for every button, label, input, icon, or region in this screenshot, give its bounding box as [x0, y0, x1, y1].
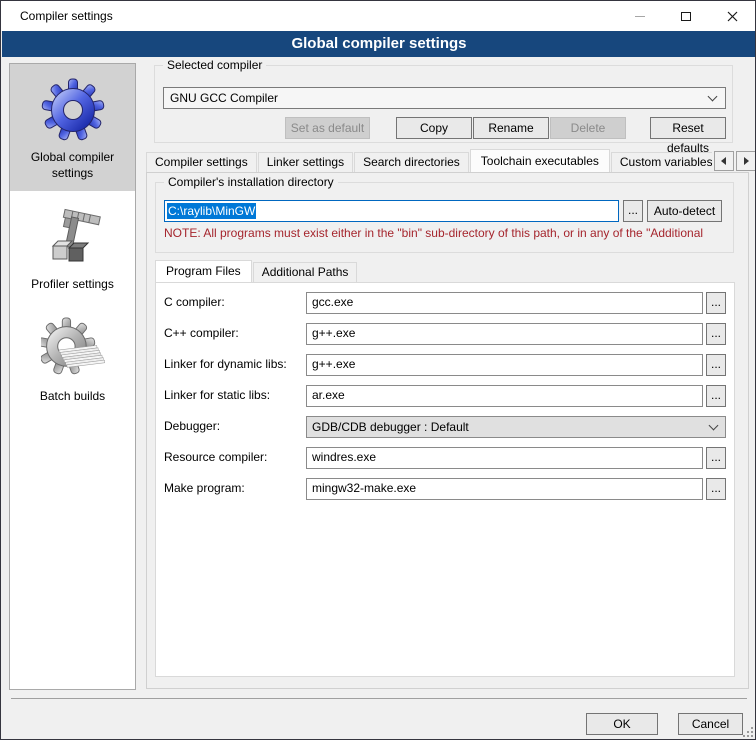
tab-scroll-controls — [712, 151, 756, 171]
browse-directory-button[interactable]: ... — [623, 200, 643, 222]
page-title: Global compiler settings — [2, 31, 756, 57]
field-row-cpp-compiler: C++ compiler: g++.exe ... — [156, 323, 734, 345]
field-row-make-program: Make program: mingw32-make.exe ... — [156, 478, 734, 500]
close-button[interactable] — [709, 1, 755, 31]
tab-scroll-left-button[interactable] — [714, 151, 734, 171]
maximize-icon — [681, 12, 691, 21]
main-panel: Selected compiler GNU GCC Compiler Set a… — [146, 57, 749, 690]
make-program-input[interactable]: mingw32-make.exe — [306, 478, 703, 500]
resize-grip[interactable] — [743, 727, 754, 738]
cancel-button[interactable]: Cancel — [678, 713, 743, 735]
set-as-default-button[interactable]: Set as default — [285, 117, 370, 139]
field-row-dynamic-linker: Linker for dynamic libs: g++.exe ... — [156, 354, 734, 376]
resource-compiler-browse-button[interactable]: ... — [706, 447, 726, 469]
make-program-browse-button[interactable]: ... — [706, 478, 726, 500]
tab-additional-paths[interactable]: Additional Paths — [253, 262, 358, 282]
selected-compiler-group: Selected compiler GNU GCC Compiler Set a… — [154, 65, 733, 143]
field-row-c-compiler: C compiler: gcc.exe ... — [156, 292, 734, 314]
field-row-static-linker: Linker for static libs: ar.exe ... — [156, 385, 734, 407]
toolchain-executables-page: Compiler's installation directory C:\ray… — [146, 172, 749, 689]
compiler-select[interactable]: GNU GCC Compiler — [163, 87, 726, 109]
compiler-select-value: GNU GCC Compiler — [170, 91, 709, 105]
tab-linker-settings[interactable]: Linker settings — [258, 152, 353, 172]
sidebar-item-label: Batch builds — [40, 389, 105, 405]
tab-toolchain-executables[interactable]: Toolchain executables — [470, 149, 610, 172]
tab-search-directories[interactable]: Search directories — [354, 152, 469, 172]
field-row-resource-compiler: Resource compiler: windres.exe ... — [156, 447, 734, 469]
bin-subdirectory-note: NOTE: All programs must exist either in … — [164, 226, 732, 240]
arrow-right-icon — [742, 156, 750, 166]
reset-defaults-button[interactable]: Reset defaults — [650, 117, 726, 139]
settings-tabstrip: Compiler settings Linker settings Search… — [146, 149, 712, 172]
compiler-settings-window: Compiler settings Global compiler settin… — [0, 0, 756, 740]
sidebar-item-batch-builds[interactable]: Batch builds — [10, 303, 135, 415]
static-linker-label: Linker for static libs: — [164, 388, 270, 402]
gear-stack-icon — [41, 317, 105, 381]
program-files-page: C compiler: gcc.exe ... C++ compiler: g+… — [155, 282, 735, 677]
tab-compiler-settings[interactable]: Compiler settings — [146, 152, 257, 172]
debugger-label: Debugger: — [164, 419, 220, 433]
field-row-debugger: Debugger: GDB/CDB debugger : Default — [156, 416, 734, 438]
dynamic-linker-browse-button[interactable]: ... — [706, 354, 726, 376]
cpp-compiler-label: C++ compiler: — [164, 326, 239, 340]
cpp-compiler-input[interactable]: g++.exe — [306, 323, 703, 345]
arrow-left-icon — [720, 156, 728, 166]
copy-button[interactable]: Copy — [396, 117, 472, 139]
minimize-button[interactable] — [617, 1, 663, 31]
blue-gear-icon — [41, 78, 105, 142]
tab-program-files[interactable]: Program Files — [155, 260, 252, 282]
installation-directory-input[interactable]: C:\raylib\MinGW — [164, 200, 619, 222]
rename-button[interactable]: Rename — [473, 117, 549, 139]
delete-button[interactable]: Delete — [550, 117, 626, 139]
dynamic-linker-input[interactable]: g++.exe — [306, 354, 703, 376]
c-compiler-input[interactable]: gcc.exe — [306, 292, 703, 314]
make-program-label: Make program: — [164, 481, 245, 495]
close-icon — [727, 11, 738, 22]
chevron-down-icon — [708, 91, 718, 101]
auto-detect-button[interactable]: Auto-detect — [647, 200, 722, 222]
program-files-tabstrip: Program Files Additional Paths — [155, 260, 358, 282]
tab-custom-variables[interactable]: Custom variables — [611, 152, 712, 172]
c-compiler-browse-button[interactable]: ... — [706, 292, 726, 314]
tab-scroll-right-button[interactable] — [736, 151, 756, 171]
resource-compiler-label: Resource compiler: — [164, 450, 267, 464]
compiler-actions: Set as default Copy Rename Delete Reset … — [163, 117, 726, 139]
dynamic-linker-label: Linker for dynamic libs: — [164, 357, 287, 371]
footer-divider — [11, 698, 747, 699]
caliper-icon — [41, 205, 105, 269]
cpp-compiler-browse-button[interactable]: ... — [706, 323, 726, 345]
installation-directory-group: Compiler's installation directory C:\ray… — [155, 182, 734, 253]
selected-compiler-group-label: Selected compiler — [163, 58, 266, 72]
resource-compiler-input[interactable]: windres.exe — [306, 447, 703, 469]
settings-category-list: Global compiler settings — [9, 63, 136, 690]
c-compiler-label: C compiler: — [164, 295, 225, 309]
sidebar-item-global-compiler-settings[interactable]: Global compiler settings — [10, 64, 135, 191]
window-controls — [617, 1, 755, 31]
debugger-select-value: GDB/CDB debugger : Default — [312, 420, 710, 434]
static-linker-browse-button[interactable]: ... — [706, 385, 726, 407]
static-linker-input[interactable]: ar.exe — [306, 385, 703, 407]
debugger-select[interactable]: GDB/CDB debugger : Default — [306, 416, 726, 438]
dialog-body: Global compiler settings — [1, 57, 756, 740]
maximize-button[interactable] — [663, 1, 709, 31]
sidebar-item-label: Profiler settings — [31, 277, 114, 293]
titlebar: Compiler settings — [1, 1, 755, 31]
installation-directory-selected-text: C:\raylib\MinGW — [167, 203, 256, 219]
window-title: Compiler settings — [20, 9, 113, 23]
sidebar-item-label: Global compiler settings — [14, 150, 131, 181]
chevron-down-icon — [709, 420, 719, 430]
ok-button[interactable]: OK — [586, 713, 658, 735]
minimize-icon — [635, 16, 645, 17]
sidebar-item-profiler-settings[interactable]: Profiler settings — [10, 191, 135, 303]
installation-directory-group-label: Compiler's installation directory — [164, 175, 338, 189]
